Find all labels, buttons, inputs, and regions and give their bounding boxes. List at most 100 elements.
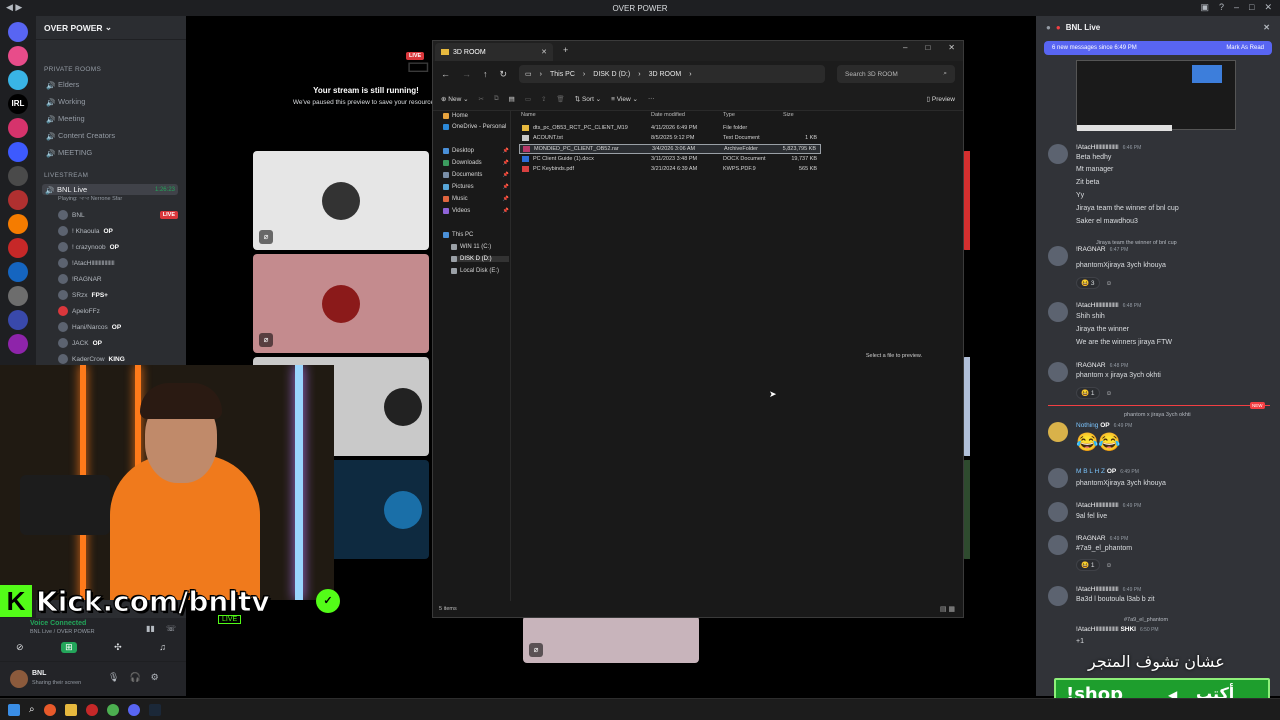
category-livestream[interactable]: LIVESTREAM [44, 172, 88, 179]
paste-icon[interactable]: ▤ [509, 95, 515, 103]
disconnect-icon[interactable]: ☏ [166, 624, 176, 633]
channel-meeting-2[interactable]: 🔊 MEETING [46, 148, 92, 158]
file-row[interactable]: PC Keybinds.pdf 3/21/2024 6:39 AM KWPS.P… [519, 165, 821, 175]
view-button[interactable]: ≡ View ⌄ [611, 95, 638, 103]
server-icon[interactable] [8, 190, 28, 210]
nav-pictures[interactable]: Pictures 📌 [443, 184, 509, 190]
participant-tile[interactable]: ⌀ [523, 616, 699, 663]
sort-button[interactable]: ⇅ Sort ⌄ [575, 95, 601, 103]
search-input[interactable]: Search 3D ROOM ⌕ [837, 65, 955, 83]
reaction[interactable]: 😆 3 ☺ [1076, 277, 1112, 289]
server-header[interactable]: OVER POWER ⌄ [36, 16, 186, 40]
app-icon[interactable] [85, 703, 98, 716]
cut-icon[interactable]: ✂ [479, 95, 484, 103]
column-size[interactable]: Size [783, 112, 794, 118]
forward-icon[interactable]: → [462, 69, 471, 79]
back-icon[interactable]: ← [441, 69, 450, 79]
server-icon[interactable] [8, 262, 28, 282]
file-row[interactable]: PC Client Guide (1).docx 3/11/2023 3:48 … [519, 155, 821, 165]
new-messages-bar[interactable]: 6 new messages since 6:49 PM Mark As Rea… [1044, 41, 1272, 55]
share-icon[interactable]: ⇪ [541, 95, 546, 103]
mic-icon[interactable]: 🎙 [108, 672, 119, 683]
participant-tile[interactable]: ⌀ [253, 151, 429, 250]
voice-user[interactable]: JACK OP [58, 338, 178, 348]
channel-bnl-live[interactable]: 🔊 BNL Live 1:26:23 [42, 184, 178, 195]
activity-icon[interactable]: ✣ [114, 642, 122, 653]
close-icon[interactable]: ✕ [1263, 23, 1270, 32]
explorer-tab[interactable]: 3D ROOM ✕ [435, 43, 553, 61]
file-row-selected[interactable]: MONDIED_PC_CLIENT_OB52.rar 3/4/2026 3:06… [519, 144, 821, 154]
channel-content-creators[interactable]: 🔊 Content Creators [46, 131, 115, 141]
preview-button[interactable]: ▯ Preview [926, 95, 955, 103]
voice-user[interactable]: SRzx FPS+ [58, 290, 178, 300]
window-controls[interactable]: ▣? – □ ✕ [1200, 2, 1272, 13]
nav-drive-c[interactable]: WIN 11 (C:) [451, 244, 509, 250]
headphones-icon[interactable]: 🎧 [129, 672, 140, 683]
server-icon[interactable] [8, 142, 28, 162]
server-icon[interactable] [8, 334, 28, 354]
view-toggle-icon[interactable]: ▤ ▦ [940, 605, 955, 613]
column-type[interactable]: Type [723, 112, 735, 118]
search-icon[interactable]: ⌕ [29, 704, 35, 715]
voice-user[interactable]: ! Khaoula OP [58, 226, 178, 236]
nav-documents[interactable]: Documents 📌 [443, 172, 509, 178]
more-icon[interactable]: ··· [648, 95, 655, 102]
column-date[interactable]: Date modified [651, 112, 685, 118]
home-server-icon[interactable] [8, 22, 28, 42]
close-icon[interactable]: ✕ [948, 43, 955, 52]
soundboard-icon[interactable]: ♫ [159, 642, 166, 653]
server-icon[interactable] [8, 118, 28, 138]
server-icon[interactable] [8, 310, 28, 330]
server-icon[interactable] [8, 214, 28, 234]
tab-close-icon[interactable]: ✕ [541, 48, 547, 56]
breadcrumb-item[interactable]: 3D ROOM [649, 71, 682, 78]
delete-icon[interactable]: 🗑 [556, 95, 564, 103]
nav-arrows[interactable]: ◀ ▶ [6, 2, 22, 13]
voice-user[interactable]: BNL LIVE [58, 210, 178, 220]
chrome-icon[interactable] [106, 703, 119, 716]
nav-home[interactable]: Home [443, 113, 509, 119]
copy-icon[interactable]: ⧉ [494, 95, 499, 103]
settings-icon[interactable]: ⚙ [151, 672, 159, 683]
server-icon[interactable] [8, 70, 28, 90]
breadcrumb-item[interactable]: This PC [550, 71, 575, 78]
voice-user[interactable]: Hani/Narcos OP [58, 322, 178, 332]
category-private[interactable]: PRIVATE ROOMS [44, 66, 101, 73]
nav-music[interactable]: Music 📌 [443, 196, 509, 202]
minimize-icon[interactable]: – [903, 43, 907, 52]
voice-user[interactable]: ! crazynoob OP [58, 242, 178, 252]
maximize-icon[interactable]: □ [925, 43, 930, 52]
breadcrumb-item[interactable]: DISK D (D:) [593, 71, 630, 78]
camera-off-icon[interactable]: ⊘ [16, 642, 24, 653]
nav-this-pc[interactable]: This PC [443, 232, 509, 238]
server-icon[interactable] [8, 238, 28, 258]
attachment-image[interactable] [1076, 60, 1236, 131]
file-row[interactable]: ACOUNT.txt 8/5/2025 9:12 PM Text Documen… [519, 134, 821, 144]
discord-icon[interactable] [127, 703, 140, 716]
server-icon[interactable] [8, 166, 28, 186]
signal-icon[interactable]: ▮▮ [146, 624, 155, 633]
refresh-icon[interactable]: ↻ [500, 69, 508, 80]
new-tab-icon[interactable]: + [563, 45, 568, 55]
screen-share-icon[interactable]: ⊞ [61, 642, 77, 653]
channel-working[interactable]: 🔊 Working [46, 97, 85, 107]
windows-start-icon[interactable] [8, 703, 20, 716]
participant-tile[interactable]: ⌀ [253, 254, 429, 353]
nav-drive-e[interactable]: Local Disk (E:) [451, 268, 509, 274]
server-icon[interactable]: IRL [8, 94, 28, 114]
channel-meeting[interactable]: 🔊 Meeting [46, 114, 85, 124]
new-button[interactable]: ⊕ New ⌄ [441, 95, 469, 103]
steam-icon[interactable] [148, 703, 161, 716]
file-explorer-icon[interactable] [64, 703, 77, 716]
reaction[interactable]: 😆 1 ☺ [1076, 387, 1112, 399]
reaction[interactable]: 😆 1 ☺ [1076, 559, 1112, 571]
nav-desktop[interactable]: Desktop 📌 [443, 148, 509, 154]
address-bar[interactable]: ▭ › This PC › DISK D (D:) › 3D ROOM › [519, 65, 825, 83]
nav-videos[interactable]: Videos 📌 [443, 208, 509, 214]
nav-onedrive[interactable]: OneDrive - Personal [443, 124, 509, 130]
column-name[interactable]: Name [521, 112, 536, 118]
avatar[interactable] [10, 670, 28, 688]
file-row[interactable]: dts_pc_OB53_RCT_PC_CLIENT_M19 4/11/2026 … [519, 124, 821, 134]
mark-read-button[interactable]: Mark As Read [1226, 45, 1264, 51]
voice-user[interactable]: KaderCrow KING [58, 354, 178, 364]
